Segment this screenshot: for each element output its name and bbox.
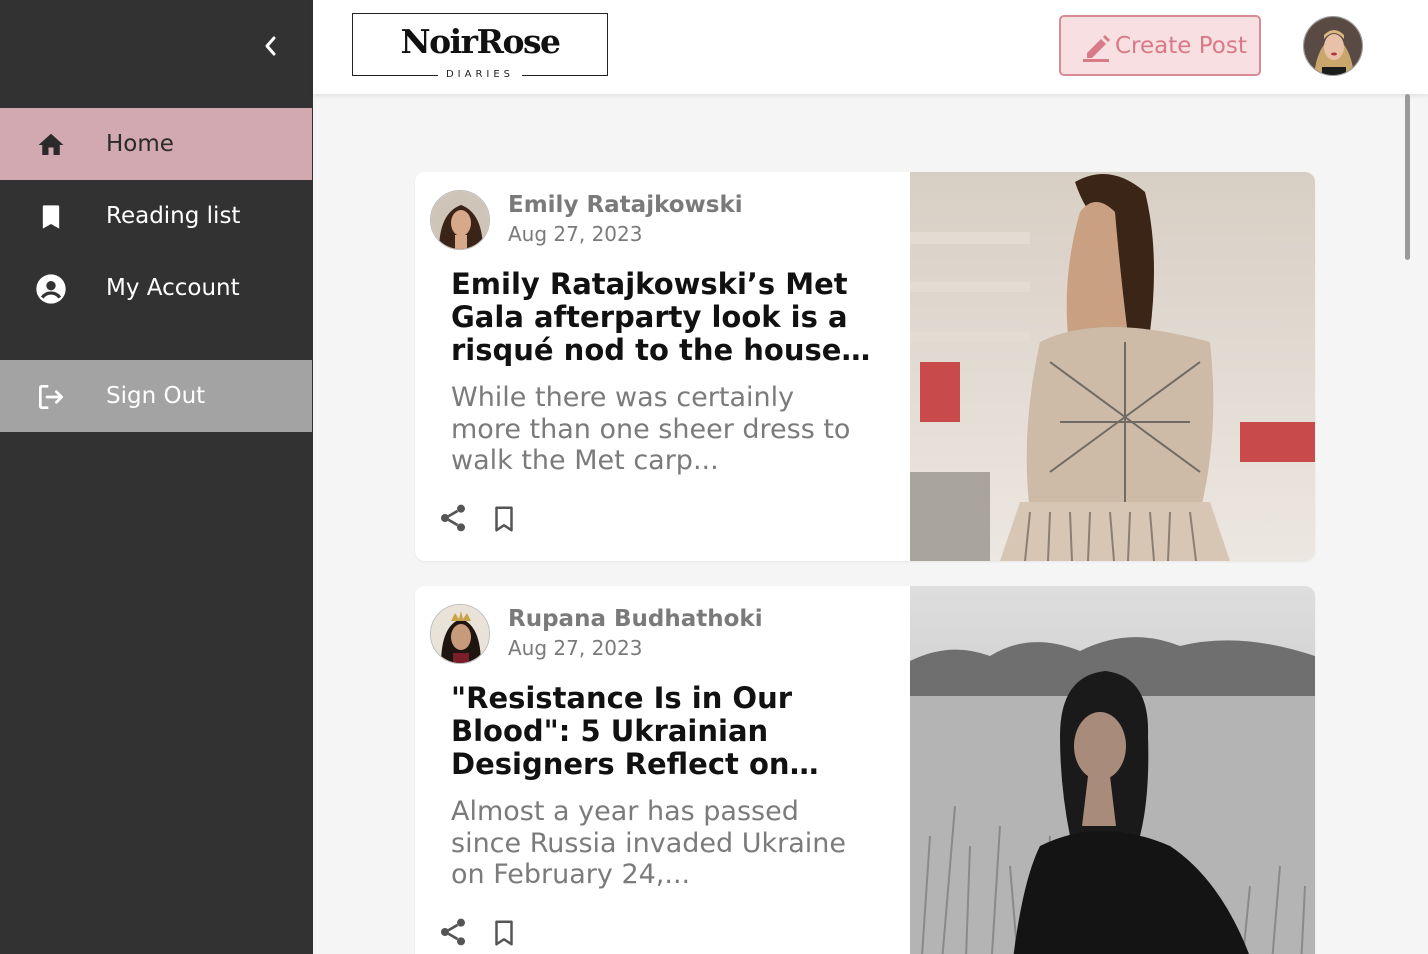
post-card[interactable]: Rupana Budhathoki Aug 27, 2023 "Resistan… — [415, 586, 1315, 954]
top-header: NoirRose DIARIES Create Post — [313, 0, 1428, 94]
post-date: Aug 27, 2023 — [508, 222, 643, 246]
share-icon[interactable] — [437, 916, 469, 948]
account-circle-icon — [35, 273, 67, 305]
user-avatar[interactable] — [1303, 16, 1363, 76]
logo-title: NoirRose — [400, 22, 561, 61]
create-post-button[interactable]: Create Post — [1059, 15, 1261, 76]
sidebar-item-sign-out[interactable]: Sign Out — [0, 360, 312, 432]
post-date: Aug 27, 2023 — [508, 636, 643, 660]
sidebar-item-label: Home — [106, 131, 174, 157]
scrollbar[interactable] — [1405, 94, 1410, 260]
post-title[interactable]: "Resistance Is in Our Blood": 5 Ukrainia… — [451, 682, 891, 781]
bookmark-icon[interactable] — [489, 918, 519, 948]
bookmark-icon[interactable] — [489, 504, 519, 534]
post-card[interactable]: Emily Ratajkowski Aug 27, 2023 Emily Rat… — [415, 172, 1315, 561]
logout-icon — [35, 381, 67, 413]
sidebar: Home Reading list My Account Sign Out — [0, 0, 313, 954]
sidebar-item-label: Sign Out — [106, 383, 206, 409]
share-icon[interactable] — [437, 502, 469, 534]
author-avatar[interactable] — [430, 604, 490, 664]
post-excerpt: While there was certainly more than one … — [451, 382, 851, 476]
home-icon — [35, 129, 67, 161]
sidebar-item-label: Reading list — [106, 203, 241, 229]
post-image[interactable] — [910, 586, 1315, 954]
post-excerpt: Almost a year has passed since Russia in… — [451, 796, 847, 890]
collapse-sidebar-button[interactable] — [256, 30, 284, 62]
post-title[interactable]: Emily Ratajkowski’s Met Gala afterparty … — [451, 268, 891, 367]
create-post-label: Create Post — [1115, 33, 1247, 59]
sidebar-item-label: My Account — [106, 275, 240, 301]
sidebar-item-reading-list[interactable]: Reading list — [0, 180, 312, 252]
author-name[interactable]: Emily Ratajkowski — [508, 192, 743, 218]
sidebar-item-home[interactable]: Home — [0, 108, 312, 180]
chevron-left-icon — [265, 36, 276, 56]
site-logo[interactable]: NoirRose DIARIES — [352, 13, 608, 80]
pencil-icon — [1081, 31, 1113, 63]
author-avatar[interactable] — [430, 190, 490, 250]
logo-subtitle: DIARIES — [437, 69, 523, 80]
author-name[interactable]: Rupana Budhathoki — [508, 606, 763, 632]
post-image[interactable] — [910, 172, 1315, 561]
bookmark-icon — [35, 201, 67, 233]
sidebar-item-my-account[interactable]: My Account — [0, 252, 312, 324]
